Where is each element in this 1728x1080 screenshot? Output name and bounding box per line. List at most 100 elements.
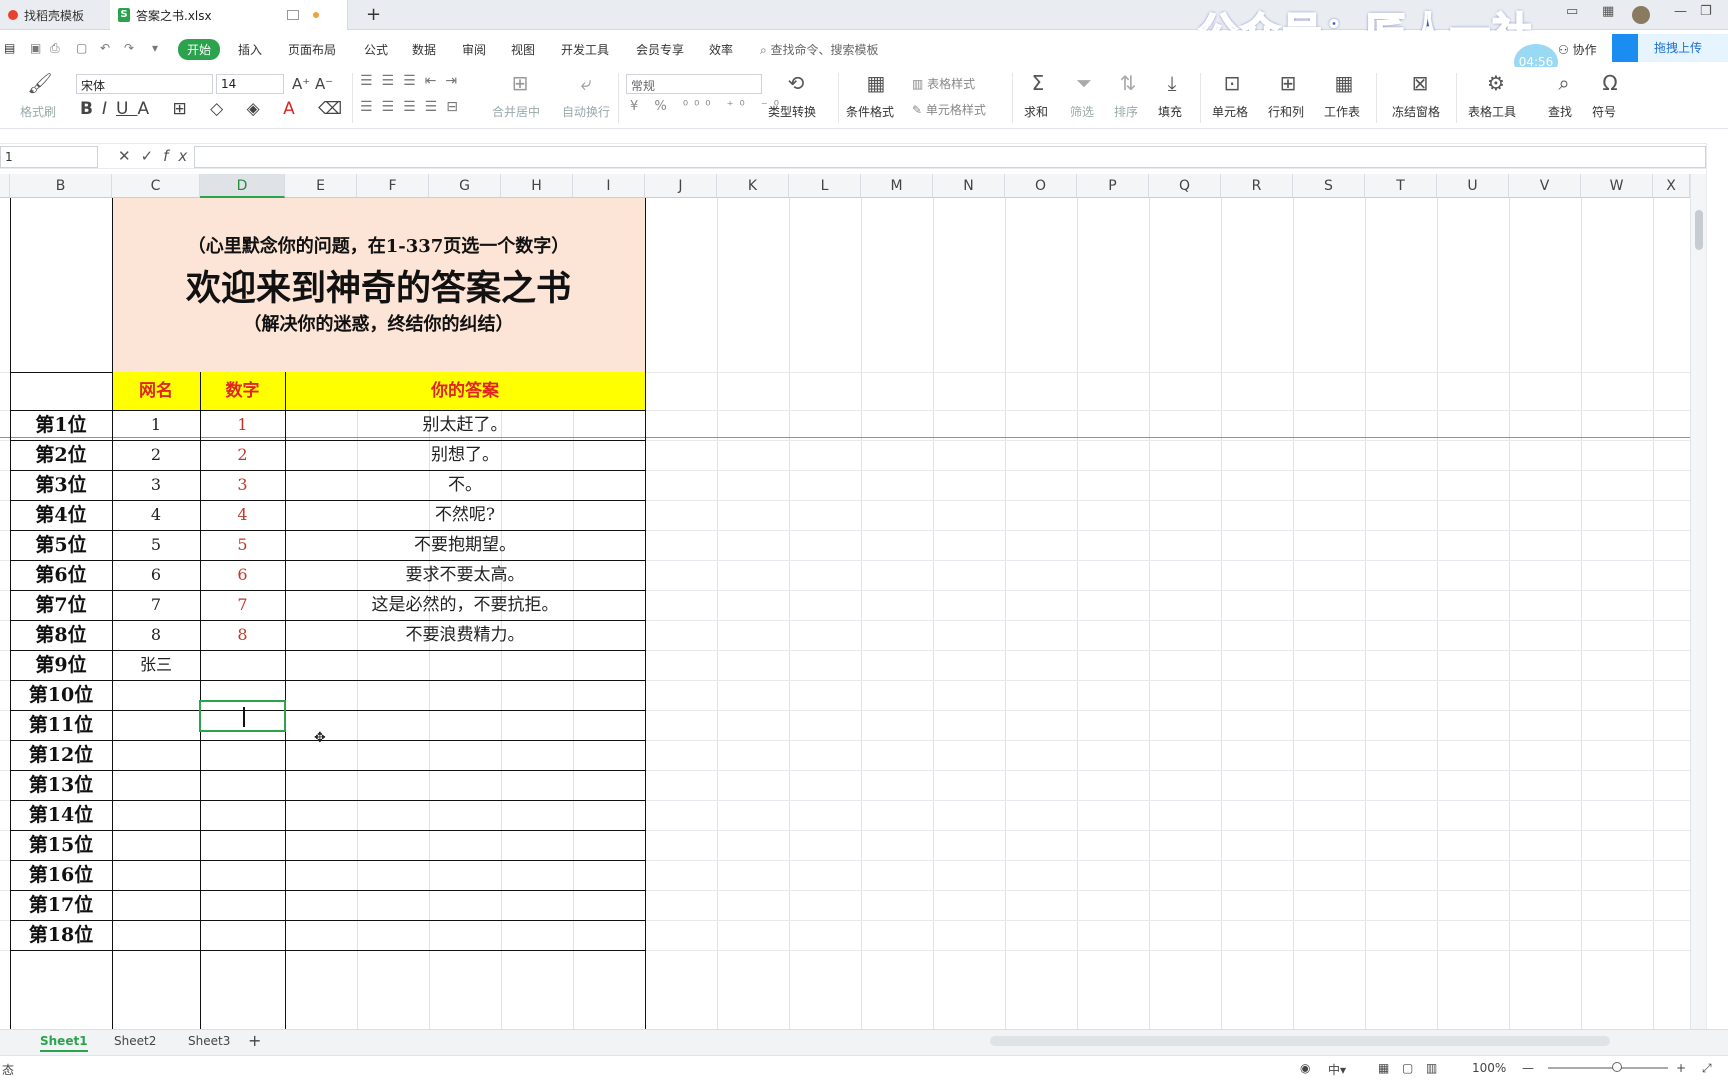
command-search[interactable]: ⌕ 查找命令、搜索模板	[760, 41, 879, 58]
cell-name[interactable]: 7	[112, 590, 200, 620]
find-label[interactable]: 查找	[1548, 103, 1572, 120]
wrap-label[interactable]: 自动换行	[562, 103, 610, 120]
table-style-button[interactable]: ▥ 表格样式	[912, 75, 975, 92]
cell-name[interactable]: 3	[112, 470, 200, 500]
menu-insert[interactable]: 插入	[238, 41, 262, 58]
zoom-in-icon[interactable]: +	[1676, 1061, 1686, 1075]
cond-format-icon[interactable]: ▦	[860, 71, 892, 95]
align-icons-top[interactable]: ☰☰☰⇤⇥	[360, 73, 466, 89]
undo-icon[interactable]: ↶	[100, 41, 110, 55]
zoom-out-icon[interactable]: —	[1522, 1061, 1534, 1075]
size-select[interactable]: 14	[216, 74, 284, 94]
cell-number[interactable]	[200, 740, 285, 770]
name-box[interactable]: 1	[0, 146, 98, 168]
cell-number[interactable]	[200, 800, 285, 830]
column-header-a-partial[interactable]	[0, 174, 10, 198]
sheet-tab-1[interactable]: Sheet1	[40, 1034, 88, 1052]
menu-start[interactable]: 开始	[178, 39, 221, 60]
window-icon[interactable]	[287, 10, 299, 20]
rowcol-label[interactable]: 行和列	[1268, 103, 1304, 120]
avatar[interactable]	[1632, 6, 1650, 24]
page-break-view-icon[interactable]: ▥	[1426, 1061, 1437, 1075]
rowcol-icon[interactable]: ⊞	[1272, 71, 1304, 95]
zoom-slider[interactable]	[1548, 1067, 1668, 1069]
normal-view-icon[interactable]: ▦	[1378, 1061, 1389, 1075]
row-rank-label[interactable]: 第18位	[10, 920, 112, 950]
header-number[interactable]: 数字	[200, 372, 285, 410]
cell-answer[interactable]: 这是必然的，不要抗拒。	[285, 590, 645, 620]
cell-answer[interactable]	[285, 650, 645, 680]
menu-page-layout[interactable]: 页面布局	[288, 41, 336, 58]
cell-answer[interactable]: 要求不要太高。	[285, 560, 645, 590]
menu-formulas[interactable]: 公式	[364, 41, 388, 58]
cell-answer[interactable]: 别太赶了。	[285, 410, 645, 440]
cell-answer[interactable]	[285, 710, 645, 740]
cell-number[interactable]	[200, 770, 285, 800]
format-painter-label[interactable]: 格式刷	[20, 103, 56, 120]
row-rank-label[interactable]: 第4位	[10, 500, 112, 530]
column-header-d[interactable]: D	[200, 174, 285, 198]
cell-answer[interactable]	[285, 800, 645, 830]
input-method-icon[interactable]: 中▾	[1328, 1061, 1346, 1078]
cell-number[interactable]: 7	[200, 590, 285, 620]
cell-number[interactable]	[200, 920, 285, 950]
tab-docer-templates[interactable]: 找稻壳模板	[0, 0, 110, 30]
worksheet-icon[interactable]: ▦	[1328, 71, 1360, 95]
menu-member[interactable]: 会员专享	[636, 41, 684, 58]
restore-icon[interactable]: ❐	[1700, 4, 1712, 19]
header-name[interactable]: 网名	[112, 372, 200, 410]
more-icon[interactable]: ▾	[152, 41, 158, 55]
row-rank-label[interactable]: 第12位	[10, 740, 112, 770]
column-header-p[interactable]: P	[1077, 174, 1149, 198]
cell-number[interactable]: 2	[200, 440, 285, 470]
symbol-icon[interactable]: Ω	[1594, 71, 1626, 95]
sum-icon[interactable]: Σ	[1022, 71, 1054, 95]
find-icon[interactable]: ⌕	[1548, 71, 1580, 95]
row-rank-label[interactable]: 第16位	[10, 860, 112, 890]
sum-label[interactable]: 求和	[1024, 103, 1048, 120]
cell-number[interactable]: 3	[200, 470, 285, 500]
menu-data[interactable]: 数据	[412, 41, 436, 58]
column-header-k[interactable]: K	[717, 174, 789, 198]
vertical-scroll-thumb[interactable]	[1695, 210, 1703, 250]
save-icon[interactable]: ▣	[30, 41, 41, 55]
cell-name[interactable]	[112, 860, 200, 890]
layout-icon[interactable]: ▭	[1566, 4, 1578, 19]
merge-label[interactable]: 合并居中	[492, 103, 540, 120]
sort-label[interactable]: 排序	[1114, 103, 1138, 120]
column-header-c[interactable]: C	[112, 174, 200, 198]
menu-efficiency[interactable]: 效率	[709, 41, 733, 58]
column-header-g[interactable]: G	[429, 174, 501, 198]
redo-icon[interactable]: ↷	[124, 41, 134, 55]
print-icon[interactable]: ⎙	[50, 41, 60, 56]
tab-workbook[interactable]: S 答案之书.xlsx	[110, 0, 348, 30]
row-rank-label[interactable]: 第5位	[10, 530, 112, 560]
file-menu-icon[interactable]: ▤	[4, 41, 15, 55]
row-rank-label[interactable]: 第9位	[10, 650, 112, 680]
row-rank-label[interactable]: 第14位	[10, 800, 112, 830]
column-header-b[interactable]: B	[10, 174, 112, 198]
row-rank-label[interactable]: 第17位	[10, 890, 112, 920]
cell-name[interactable]	[112, 830, 200, 860]
freeze-icon[interactable]: ⊠	[1404, 71, 1436, 95]
row-rank-label[interactable]: 第6位	[10, 560, 112, 590]
cell-name[interactable]	[112, 890, 200, 920]
row-rank-label[interactable]: 第2位	[10, 440, 112, 470]
column-header-s[interactable]: S	[1293, 174, 1365, 198]
new-tab-button[interactable]: +	[366, 4, 381, 25]
add-sheet-icon[interactable]: +	[248, 1031, 261, 1050]
table-tools-icon[interactable]: ⚙	[1480, 71, 1512, 95]
cell-answer[interactable]: 不然呢?	[285, 500, 645, 530]
cell-icon[interactable]: ⊡	[1216, 71, 1248, 95]
cell-answer[interactable]	[285, 860, 645, 890]
cell-style-button[interactable]: ✎ 单元格样式	[912, 101, 986, 118]
row-rank-label[interactable]: 第11位	[10, 710, 112, 740]
cell-number[interactable]	[200, 650, 285, 680]
column-header-v[interactable]: V	[1509, 174, 1581, 198]
row-rank-label[interactable]: 第10位	[10, 680, 112, 710]
cell-label[interactable]: 单元格	[1212, 103, 1248, 120]
row-rank-label[interactable]: 第8位	[10, 620, 112, 650]
column-header-l[interactable]: L	[789, 174, 861, 198]
cell-number[interactable]: 8	[200, 620, 285, 650]
apps-grid-icon[interactable]: ▦	[1602, 4, 1614, 19]
